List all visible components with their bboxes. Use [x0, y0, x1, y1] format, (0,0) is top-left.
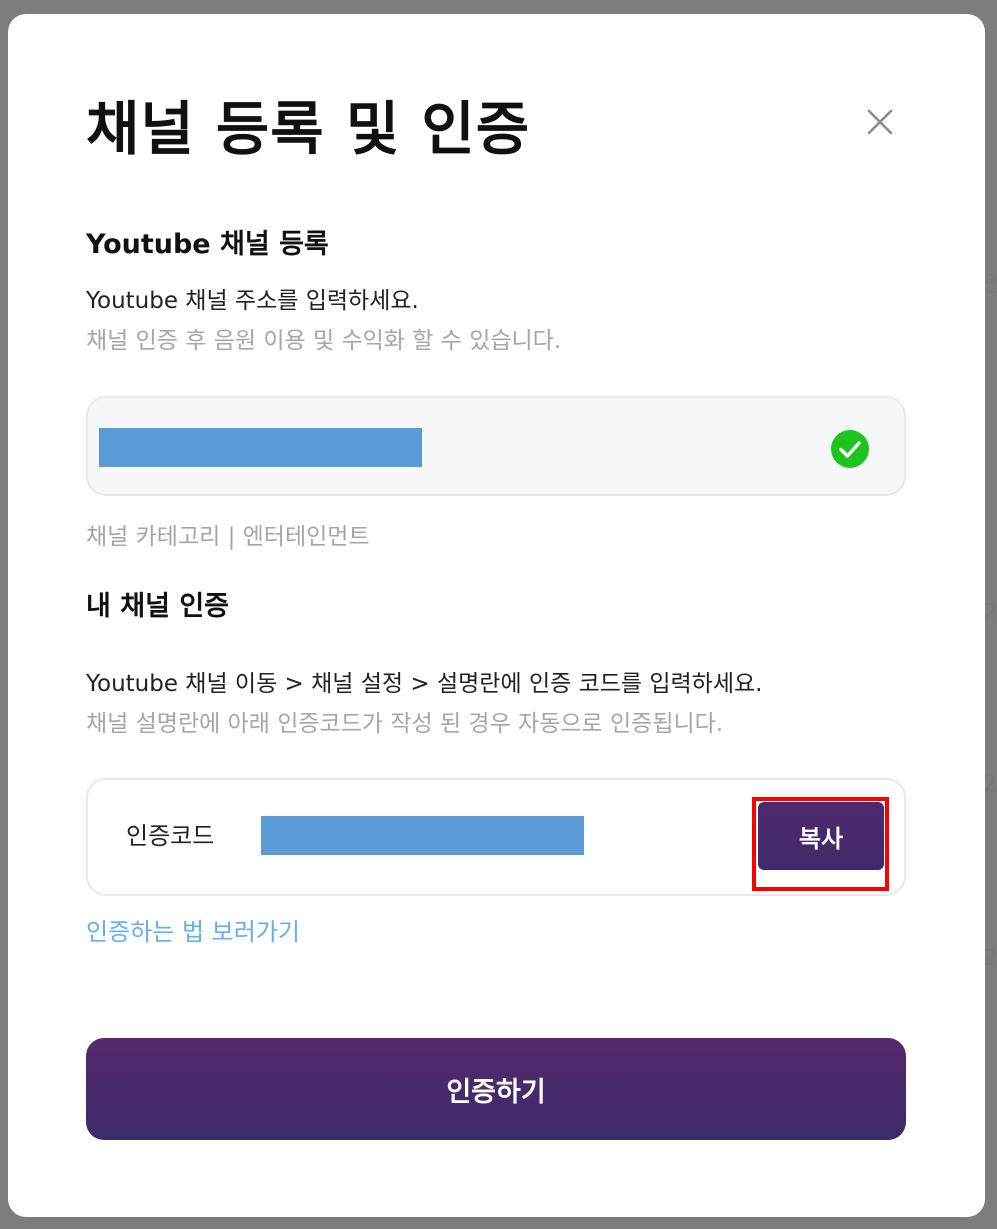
howto-verify-link[interactable]: 인증하는 법 보러가기 — [86, 916, 300, 948]
check-circle-icon — [831, 430, 869, 468]
youtube-register-note: 채널 인증 후 음원 이용 및 수익화 할 수 있습니다. — [86, 328, 562, 354]
background-text-peek: 2 — [983, 772, 997, 797]
copy-button[interactable]: 복사 — [758, 802, 884, 870]
channel-register-modal: 채널 등록 및 인증 Youtube 채널 등록 Youtube 채널 주소를 … — [8, 14, 985, 1217]
youtube-register-heading: Youtube 채널 등록 — [86, 229, 329, 260]
verification-code-label: 인증코드 — [126, 822, 215, 850]
background-text-peek: 2 — [983, 600, 997, 625]
youtube-register-instruction: Youtube 채널 주소를 입력하세요. — [86, 288, 419, 314]
channel-url-input[interactable] — [86, 396, 906, 496]
channel-category: 채널 카테고리 | 엔터테인먼트 — [86, 524, 370, 550]
channel-verify-note: 채널 설명란에 아래 인증코드가 작성 된 경우 자동으로 인증됩니다. — [86, 711, 724, 737]
channel-verify-instruction: Youtube 채널 이동 > 채널 설정 > 설명란에 인증 코드를 입력하세… — [86, 671, 763, 697]
channel-verify-heading: 내 채널 인증 — [86, 591, 229, 622]
modal-title: 채널 등록 및 인증 — [86, 95, 531, 163]
redacted-channel-url — [99, 428, 422, 467]
background-text-peek: 2 — [983, 946, 997, 971]
close-icon — [867, 109, 893, 135]
background-text-peek: 인 — [983, 272, 997, 297]
close-button[interactable] — [860, 102, 900, 142]
redacted-verification-code — [261, 816, 584, 855]
verify-submit-button[interactable]: 인증하기 — [86, 1038, 906, 1140]
